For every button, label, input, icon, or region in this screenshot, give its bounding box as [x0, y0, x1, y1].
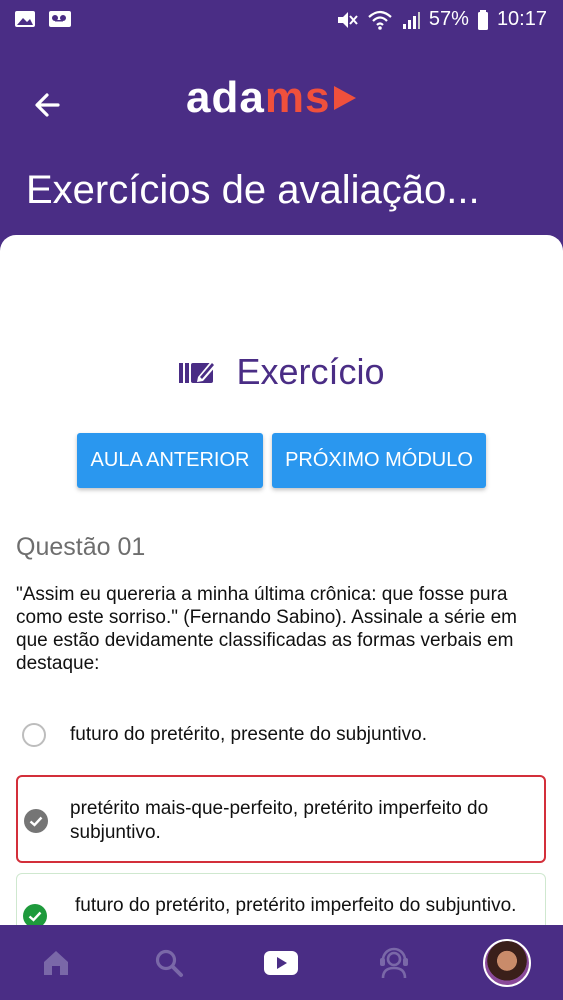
answer-option-text: futuro do pretérito, pretérito imperfeit…	[75, 895, 517, 916]
arrow-left-icon	[35, 93, 60, 117]
bottom-navigation	[0, 925, 563, 1000]
previous-lesson-button[interactable]: AULA ANTERIOR	[77, 433, 263, 488]
play-icon	[264, 950, 299, 975]
home-icon	[44, 950, 69, 975]
adams-logo: ada ms	[186, 68, 358, 128]
exercise-edit-icon	[179, 360, 218, 383]
answer-option-text: futuro do pretérito, presente do subjunt…	[70, 724, 428, 745]
avatar[interactable]	[482, 938, 531, 987]
exercise-title: Exercício	[236, 351, 385, 392]
logo-text-accent: ms	[264, 73, 331, 122]
answer-option[interactable]: futuro do pretérito, presente do subjunt…	[16, 705, 546, 765]
signal-icon	[402, 11, 420, 29]
voicemail-notification-icon	[49, 11, 71, 27]
next-module-button[interactable]: PRÓXIMO MÓDULO	[272, 433, 486, 488]
radio-checked-icon[interactable]	[24, 809, 48, 833]
page-title: Exercícios de avaliação...	[26, 168, 480, 212]
image-notification-icon	[15, 11, 35, 27]
search-icon	[155, 949, 183, 977]
answer-option-text: pretérito mais-que-perfeito, pretérito i…	[70, 798, 489, 843]
nav-search[interactable]	[113, 925, 226, 1000]
question-label: Questão 01	[16, 533, 146, 561]
answer-option-selected[interactable]: pretérito mais-que-perfeito, pretérito i…	[16, 775, 546, 863]
clock: 10:17	[496, 8, 547, 30]
mute-icon	[337, 11, 358, 28]
back-button[interactable]	[28, 85, 68, 125]
nav-home[interactable]	[0, 925, 113, 1000]
exercise-header: Exercício	[0, 347, 563, 397]
support-headset-icon	[380, 947, 409, 978]
status-bar: 57% 10:17	[0, 0, 563, 40]
app-bar: ada ms Exercícios de avaliação...	[0, 40, 563, 240]
logo-play-icon	[334, 86, 357, 110]
logo-text: ada	[186, 73, 265, 122]
battery-percent: 57%	[428, 8, 469, 30]
check-icon	[29, 816, 43, 827]
nav-videos[interactable]	[225, 925, 338, 1000]
radio-unselected-icon[interactable]	[22, 723, 46, 747]
question-text: "Assim eu quereria a minha última crônic…	[16, 584, 517, 674]
content-card: Exercício AULA ANTERIOR PRÓXIMO MÓDULO Q…	[0, 235, 563, 935]
nav-support[interactable]	[338, 925, 451, 1000]
battery-icon	[477, 9, 488, 30]
wifi-icon	[368, 10, 392, 30]
nav-profile[interactable]	[450, 925, 563, 1000]
